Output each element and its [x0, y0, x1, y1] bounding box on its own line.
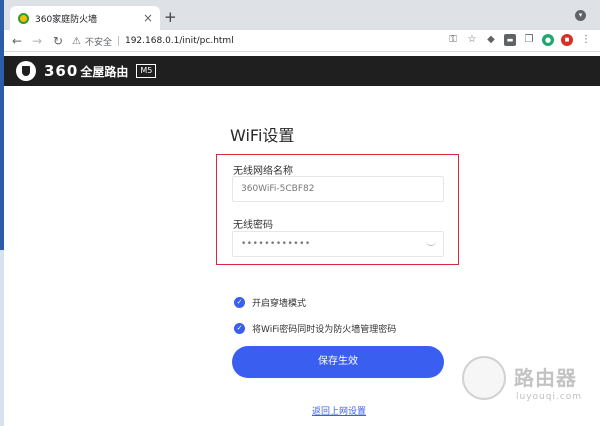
- watermark-text: 路由器: [514, 366, 577, 390]
- warning-icon[interactable]: ⚠: [72, 36, 81, 47]
- tab-close-icon[interactable]: ×: [140, 12, 156, 24]
- insecure-label: 不安全: [84, 37, 112, 48]
- chrome-menu-icon[interactable]: ▾: [575, 10, 586, 21]
- ssid-input[interactable]: 360WiFi-5CBF82: [232, 176, 444, 202]
- address-separator: [117, 36, 119, 46]
- wall-mode-label: 开启穿墙模式: [252, 299, 307, 309]
- reload-icon[interactable]: ↻: [51, 33, 65, 49]
- address-bar[interactable]: ⚠ 不安全 192.168.0.1/init/pc.html: [72, 33, 372, 49]
- toolbar-actions: ⚿ ☆ ◆ ▬ ❐ ● ■ ⋮: [447, 34, 592, 46]
- checkbox-checked-icon[interactable]: ✓: [234, 323, 245, 334]
- forward-arrow-icon[interactable]: →: [30, 33, 44, 49]
- model-badge: M5: [136, 64, 157, 78]
- checkbox-checked-icon[interactable]: ✓: [234, 297, 245, 308]
- extension-copy-icon[interactable]: ❐: [523, 34, 535, 46]
- extension-abp-icon[interactable]: ■: [561, 34, 573, 46]
- brand-name: 360: [44, 62, 79, 80]
- browser-toolbar: ← → ↻ ⚠ 不安全 192.168.0.1/init/pc.html ⚿ ☆…: [4, 30, 600, 52]
- setup-page: WiFi设置 无线网络名称 360WiFi-5CBF82 无线密码 ••••••…: [4, 86, 600, 426]
- star-icon[interactable]: ☆: [466, 34, 478, 46]
- watermark-subtext: luyouqi.com: [516, 392, 583, 402]
- router-header: 360 全屋路由 M5: [4, 56, 600, 86]
- brand-subtitle: 全屋路由: [80, 64, 129, 79]
- wall-mode-option[interactable]: ✓ 开启穿墙模式: [234, 296, 306, 309]
- back-to-network-link[interactable]: 返回上网设置: [312, 404, 366, 417]
- shield-logo-icon: [16, 61, 36, 81]
- tab-bar: 360家庭防火墙 × + ▾: [4, 0, 600, 30]
- tab-title: 360家庭防火墙: [35, 14, 98, 25]
- password-label: 无线密码: [233, 220, 273, 231]
- browser-window: 360家庭防火墙 × + ▾ ← → ↻ ⚠ 不安全 192.168.0.1/i…: [4, 0, 600, 426]
- ssid-label: 无线网络名称: [233, 166, 293, 177]
- save-button[interactable]: 保存生效: [232, 346, 444, 378]
- watermark-router-icon: [462, 356, 506, 400]
- extension-box-icon[interactable]: ▬: [504, 34, 516, 46]
- extension-green-icon[interactable]: ●: [542, 34, 554, 46]
- tab-active[interactable]: 360家庭防火墙 ×: [10, 6, 160, 30]
- same-password-label: 将WiFi密码同时设为防火墙管理密码: [252, 325, 397, 335]
- extension-puzzle-icon[interactable]: ◆: [485, 34, 497, 46]
- new-tab-button[interactable]: +: [164, 8, 177, 26]
- page-title: WiFi设置: [230, 126, 295, 145]
- same-password-option[interactable]: ✓ 将WiFi密码同时设为防火墙管理密码: [234, 322, 396, 335]
- favicon-icon: [18, 12, 29, 24]
- back-arrow-icon[interactable]: ←: [10, 33, 24, 49]
- extensions-icon[interactable]: ⋮: [580, 34, 592, 46]
- key-icon[interactable]: ⚿: [447, 34, 459, 46]
- url-text[interactable]: 192.168.0.1/init/pc.html: [125, 36, 234, 46]
- password-input[interactable]: ••••••••••••: [232, 231, 444, 257]
